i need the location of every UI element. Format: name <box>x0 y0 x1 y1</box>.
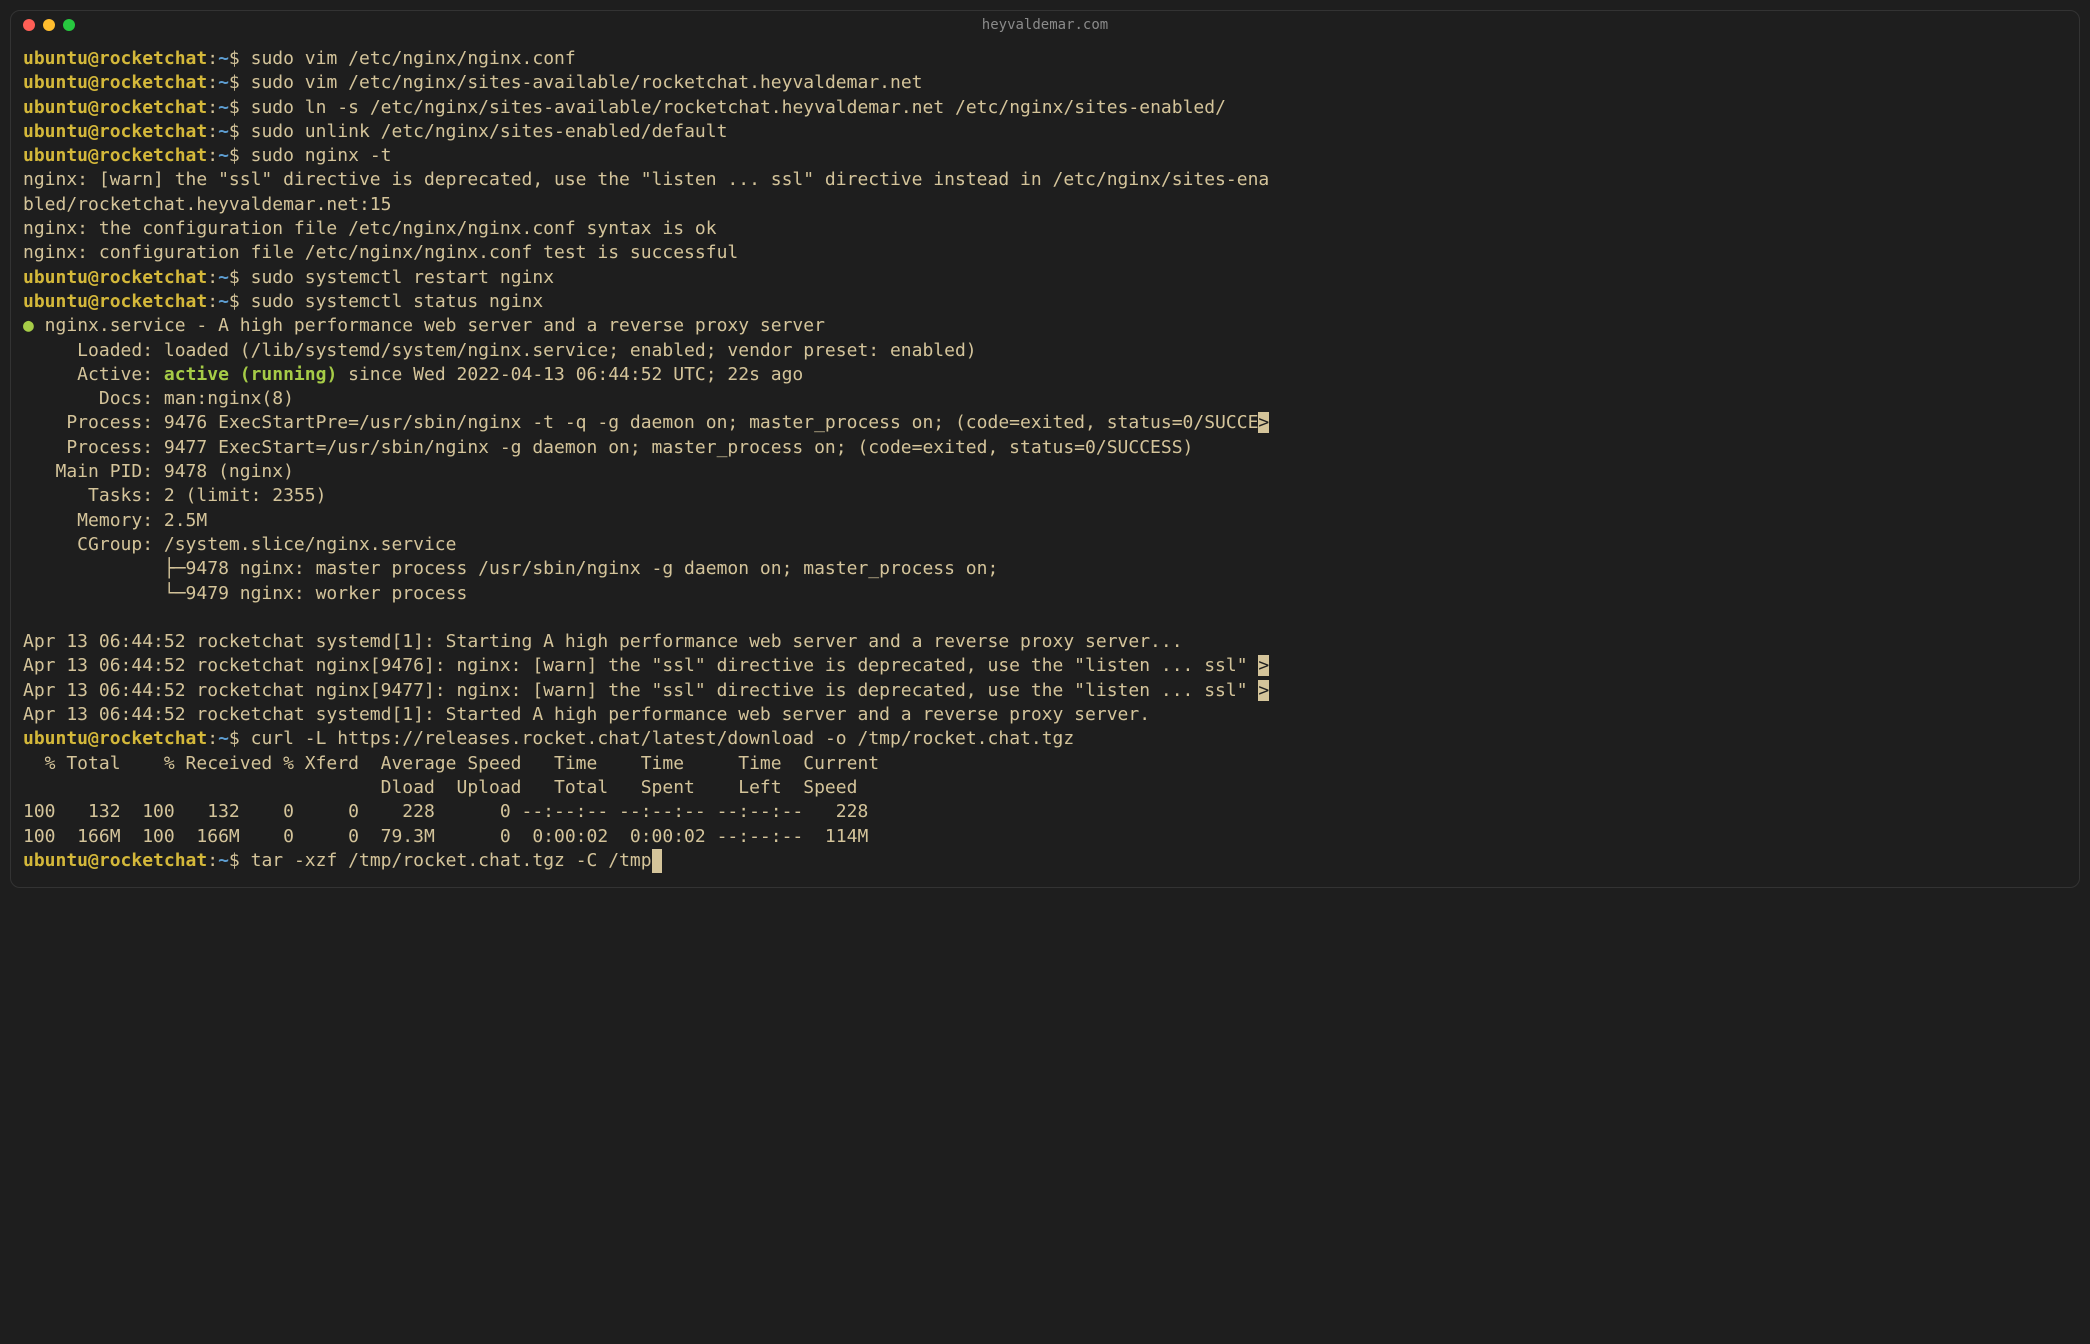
prompt-path: ~ <box>218 850 229 871</box>
output-line: └─9479 nginx: worker process <box>23 582 2067 606</box>
prompt-sep: : <box>207 267 218 288</box>
output-line: nginx: the configuration file /etc/nginx… <box>23 217 2067 241</box>
output-line: Loaded: loaded (/lib/systemd/system/ngin… <box>23 339 2067 363</box>
output-line: CGroup: /system.slice/nginx.service <box>23 533 2067 557</box>
prompt-dollar: $ <box>229 291 240 312</box>
prompt-sep: : <box>207 145 218 166</box>
prompt-sep: : <box>207 121 218 142</box>
output-line: Main PID: 9478 (nginx) <box>23 460 2067 484</box>
prompt-sep: : <box>207 728 218 749</box>
prompt-dollar: $ <box>229 145 240 166</box>
prompt-user: ubuntu@rocketchat <box>23 72 207 93</box>
output-line: Dload Upload Total Spent Left Speed <box>23 776 2067 800</box>
prompt-sep: : <box>207 850 218 871</box>
status-dot-icon: ● <box>23 315 34 336</box>
output-line: nginx.service - A high performance web s… <box>34 315 825 336</box>
truncation-indicator: > <box>1258 655 1269 676</box>
output-line: Memory: 2.5M <box>23 509 2067 533</box>
command-text: tar -xzf /tmp/rocket.chat.tgz -C /tmp <box>251 850 652 871</box>
output-line: Apr 13 06:44:52 rocketchat systemd[1]: S… <box>23 630 2067 654</box>
prompt-sep: : <box>207 48 218 69</box>
output-line: 100 132 100 132 0 0 228 0 --:--:-- --:--… <box>23 800 2067 824</box>
prompt-user: ubuntu@rocketchat <box>23 267 207 288</box>
prompt-dollar: $ <box>229 72 240 93</box>
command-text: sudo unlink /etc/nginx/sites-enabled/def… <box>251 121 728 142</box>
status-active: active (running) <box>164 364 337 385</box>
prompt-path: ~ <box>218 48 229 69</box>
prompt-dollar: $ <box>229 728 240 749</box>
prompt-path: ~ <box>218 728 229 749</box>
prompt-user: ubuntu@rocketchat <box>23 728 207 749</box>
prompt-user: ubuntu@rocketchat <box>23 850 207 871</box>
prompt-user: ubuntu@rocketchat <box>23 97 207 118</box>
prompt-sep: : <box>207 72 218 93</box>
output-line: 100 166M 100 166M 0 0 79.3M 0 0:00:02 0:… <box>23 825 2067 849</box>
prompt-dollar: $ <box>229 97 240 118</box>
prompt-sep: : <box>207 291 218 312</box>
prompt-path: ~ <box>218 291 229 312</box>
command-text: sudo vim /etc/nginx/nginx.conf <box>251 48 576 69</box>
prompt-path: ~ <box>218 72 229 93</box>
command-text: curl -L https://releases.rocket.chat/lat… <box>251 728 1075 749</box>
output-line: bled/rocketchat.heyvaldemar.net:15 <box>23 193 2067 217</box>
minimize-button[interactable] <box>43 19 55 31</box>
command-text: sudo ln -s /etc/nginx/sites-available/ro… <box>251 97 1226 118</box>
output-line: Apr 13 06:44:52 rocketchat nginx[9476]: … <box>23 655 1258 676</box>
close-button[interactable] <box>23 19 35 31</box>
truncation-indicator: > <box>1258 412 1269 433</box>
prompt-dollar: $ <box>229 48 240 69</box>
output-line: % Total % Received % Xferd Average Speed… <box>23 752 2067 776</box>
command-text: sudo systemctl restart nginx <box>251 267 554 288</box>
prompt-path: ~ <box>218 97 229 118</box>
cursor-icon <box>652 849 662 873</box>
prompt-dollar: $ <box>229 850 240 871</box>
prompt-user: ubuntu@rocketchat <box>23 121 207 142</box>
prompt-user: ubuntu@rocketchat <box>23 291 207 312</box>
output-label: Active: <box>23 364 164 385</box>
output-line: Apr 13 06:44:52 rocketchat systemd[1]: S… <box>23 703 2067 727</box>
command-text: sudo systemctl status nginx <box>251 291 544 312</box>
command-text: sudo nginx -t <box>251 145 392 166</box>
command-text: sudo vim /etc/nginx/sites-available/rock… <box>251 72 923 93</box>
prompt-path: ~ <box>218 267 229 288</box>
truncation-indicator: > <box>1258 680 1269 701</box>
title-bar: heyvaldemar.com <box>11 11 2079 39</box>
traffic-lights <box>23 19 75 31</box>
terminal-content[interactable]: ubuntu@rocketchat:~$ sudo vim /etc/nginx… <box>11 39 2079 887</box>
prompt-path: ~ <box>218 121 229 142</box>
output-line: Docs: man:nginx(8) <box>23 387 2067 411</box>
prompt-user: ubuntu@rocketchat <box>23 145 207 166</box>
prompt-dollar: $ <box>229 267 240 288</box>
prompt-user: ubuntu@rocketchat <box>23 48 207 69</box>
output-line: ├─9478 nginx: master process /usr/sbin/n… <box>23 557 2067 581</box>
terminal-window: heyvaldemar.com ubuntu@rocketchat:~$ sud… <box>10 10 2080 888</box>
output-line: nginx: configuration file /etc/nginx/ngi… <box>23 241 2067 265</box>
output-line: since Wed 2022-04-13 06:44:52 UTC; 22s a… <box>337 364 803 385</box>
output-line: Apr 13 06:44:52 rocketchat nginx[9477]: … <box>23 680 1258 701</box>
prompt-path: ~ <box>218 145 229 166</box>
prompt-sep: : <box>207 97 218 118</box>
window-title: heyvaldemar.com <box>982 16 1108 35</box>
output-line: Process: 9477 ExecStart=/usr/sbin/nginx … <box>23 436 2067 460</box>
maximize-button[interactable] <box>63 19 75 31</box>
output-line: Process: 9476 ExecStartPre=/usr/sbin/ngi… <box>23 412 1258 433</box>
output-line: nginx: [warn] the "ssl" directive is dep… <box>23 168 2067 192</box>
prompt-dollar: $ <box>229 121 240 142</box>
output-line: Tasks: 2 (limit: 2355) <box>23 484 2067 508</box>
